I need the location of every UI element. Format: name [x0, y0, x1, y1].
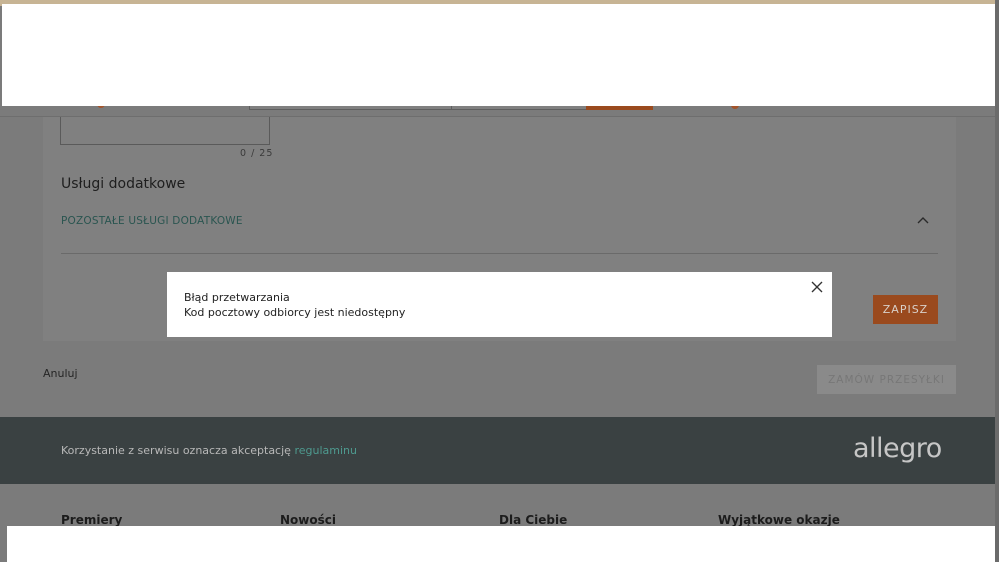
close-icon[interactable]	[810, 280, 824, 294]
bottom-left-strip	[0, 526, 7, 562]
scrollbar-track[interactable]	[995, 0, 999, 562]
error-title: Błąd przetwarzania	[184, 291, 290, 304]
error-message: Kod pocztowy odbiorcy jest niedostępny	[184, 306, 406, 319]
footer-column-dla-ciebie[interactable]: Dla Ciebie	[499, 513, 567, 527]
footer-column-premiery[interactable]: Premiery	[61, 513, 122, 527]
terms-text: Korzystanie z serwisu oznacza akceptację…	[61, 444, 357, 457]
section-divider	[61, 253, 938, 254]
footer-band: Korzystanie z serwisu oznacza akceptację…	[0, 417, 999, 484]
cancel-link[interactable]: Anuluj	[43, 367, 78, 380]
terms-text-label: Korzystanie z serwisu oznacza akceptację	[61, 444, 295, 457]
other-services-toggle[interactable]: POZOSTAŁE USŁUGI DODATKOWE	[61, 215, 243, 227]
allegro-logo[interactable]: allegro	[853, 433, 942, 464]
footer-column-nowosci[interactable]: Nowości	[280, 513, 336, 527]
bottom-overlay	[7, 526, 995, 562]
page: 0 / 25 Usługi dodatkowe POZOSTAŁE USŁUGI…	[0, 0, 999, 562]
section-title: Usługi dodatkowe	[61, 176, 186, 192]
header-overlay	[2, 4, 995, 106]
save-button[interactable]: ZAPISZ	[873, 295, 938, 324]
chevron-up-icon[interactable]	[916, 213, 930, 227]
note-textarea[interactable]	[60, 117, 270, 145]
terms-link[interactable]: regulaminu	[294, 444, 357, 457]
error-toast: Błąd przetwarzania Kod pocztowy odbiorcy…	[167, 272, 832, 337]
order-shipments-button[interactable]: ZAMÓW PRZESYŁKI	[817, 365, 956, 394]
char-counter: 0 / 25	[240, 148, 274, 159]
footer-column-wyjatkowe-okazje[interactable]: Wyjątkowe okazje	[718, 513, 840, 527]
